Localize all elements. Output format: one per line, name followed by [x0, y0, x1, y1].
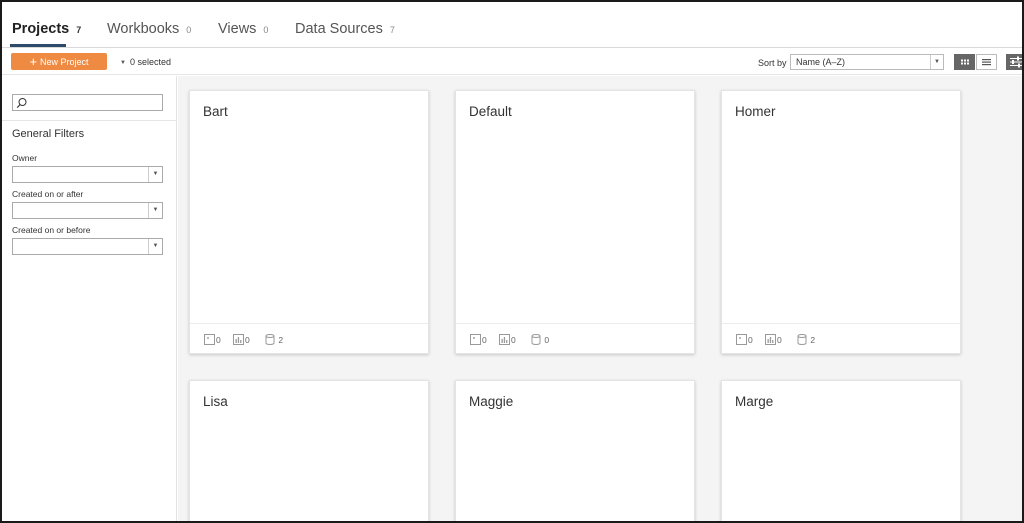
plus-icon: +	[29, 54, 38, 69]
workbook-icon	[470, 334, 481, 345]
datasource-count: 2	[265, 334, 283, 345]
selected-count-label: 0 selected	[129, 57, 171, 67]
datasource-count-value: 2	[278, 335, 284, 345]
workbook-count-value: 0	[216, 335, 221, 345]
chevron-down-icon: ▼	[148, 167, 162, 182]
view-count: 0	[499, 334, 516, 345]
sidebar-divider	[2, 120, 177, 121]
workbook-count-value: 0	[748, 335, 753, 345]
chevron-down-icon: ▼	[148, 203, 162, 218]
tab-label: Data Sources	[295, 21, 383, 37]
database-cylinder-icon	[265, 334, 275, 345]
project-card[interactable]: Homer 0 0 2	[721, 90, 961, 354]
project-card[interactable]: Bart 0 0 2	[189, 90, 429, 354]
tab-label: Views	[218, 21, 257, 37]
app-frame: Projects 7 Workbooks 0 Views 0 Data Sources…	[0, 0, 1024, 523]
tab-label: Workbooks	[107, 21, 180, 37]
workbook-icon	[204, 334, 215, 345]
general-filters-title: General Filters	[12, 128, 85, 140]
project-card-title: Default	[469, 104, 512, 119]
tab-count: 0	[186, 25, 192, 35]
project-card-title: Bart	[203, 104, 228, 119]
active-tab-indicator	[10, 44, 66, 47]
project-card[interactable]: Marge	[721, 380, 961, 521]
tab-views[interactable]: Views 0	[218, 21, 268, 37]
sort-by-label: Sort by	[758, 58, 787, 68]
created-after-filter-label: Created on or after	[12, 189, 84, 199]
created-before-filter-label: Created on or before	[12, 225, 91, 235]
tab-count: 0	[263, 25, 269, 35]
created-before-filter-select[interactable]: ▼	[12, 238, 163, 255]
tab-projects[interactable]: Projects 7	[12, 21, 81, 37]
caret-down-icon: ▼	[120, 60, 126, 66]
view-count: 0	[233, 334, 250, 345]
bar-chart-icon	[233, 334, 244, 345]
workbook-icon	[736, 334, 747, 345]
database-cylinder-icon	[797, 334, 807, 345]
datasource-count: 0	[531, 334, 549, 345]
project-card-grid: Bart 0 0 2 Default 0 0 0 Homer 0 0 2 Lis…	[178, 76, 1022, 521]
tab-workbooks[interactable]: Workbooks 0	[107, 21, 191, 37]
view-count: 0	[765, 334, 782, 345]
selection-menu[interactable]: ▼ 0 selected	[120, 57, 171, 67]
database-cylinder-icon	[531, 334, 541, 345]
filters-toggle-button[interactable]	[1006, 54, 1022, 70]
project-card[interactable]: Maggie	[455, 380, 695, 521]
grid-view-button[interactable]	[954, 54, 975, 70]
datasource-count-value: 0	[544, 335, 550, 345]
tab-count: 7	[76, 25, 82, 35]
sliders-icon	[1010, 56, 1022, 68]
project-card-title: Marge	[735, 394, 774, 409]
project-card-stats: 0 0 2	[190, 323, 428, 353]
bar-chart-icon	[765, 334, 776, 345]
chevron-down-icon: ▼	[930, 55, 943, 69]
owner-filter-select[interactable]: ▼	[12, 166, 163, 183]
list-view-button[interactable]	[976, 54, 997, 70]
created-after-filter-select[interactable]: ▼	[12, 202, 163, 219]
workbook-count: 0	[736, 334, 753, 345]
sort-select[interactable]: Name (A–Z) ▼	[790, 54, 944, 70]
project-card-stats: 0 0 2	[722, 323, 960, 353]
project-card-title: Lisa	[203, 394, 228, 409]
view-count-value: 0	[511, 335, 516, 345]
project-card-title: Maggie	[469, 394, 514, 409]
owner-filter-label: Owner	[12, 153, 38, 163]
workbook-count-value: 0	[482, 335, 487, 345]
view-count-value: 0	[777, 335, 782, 345]
list-icon	[982, 59, 991, 66]
magnifier-icon	[16, 98, 27, 109]
chevron-down-icon: ▼	[148, 239, 162, 254]
toolbar: + New Project ▼ 0 selected Sort by Name (A…	[2, 49, 1022, 75]
new-project-button[interactable]: + New Project	[11, 53, 107, 70]
workbook-count: 0	[204, 334, 221, 345]
search-input[interactable]	[12, 94, 163, 111]
tab-count: 7	[389, 25, 395, 35]
bar-chart-icon	[499, 334, 510, 345]
grid-icon	[961, 59, 969, 65]
filter-sidebar: General Filters Owner ▼ Created on or af…	[2, 76, 177, 521]
tab-data-sources[interactable]: Data Sources 7	[295, 21, 395, 37]
project-card-title: Homer	[735, 104, 776, 119]
workbook-count: 0	[470, 334, 487, 345]
new-project-label: New Project	[40, 57, 89, 67]
project-card[interactable]: Default 0 0 0	[455, 90, 695, 354]
datasource-count: 2	[797, 334, 815, 345]
tab-label: Projects	[12, 21, 70, 37]
content-type-tabs: Projects 7 Workbooks 0 Views 0 Data Sources…	[2, 2, 1022, 48]
project-card-stats: 0 0 0	[456, 323, 694, 353]
sort-select-value: Name (A–Z)	[796, 57, 846, 67]
project-card[interactable]: Lisa	[189, 380, 429, 521]
datasource-count-value: 2	[810, 335, 816, 345]
view-count-value: 0	[245, 335, 250, 345]
